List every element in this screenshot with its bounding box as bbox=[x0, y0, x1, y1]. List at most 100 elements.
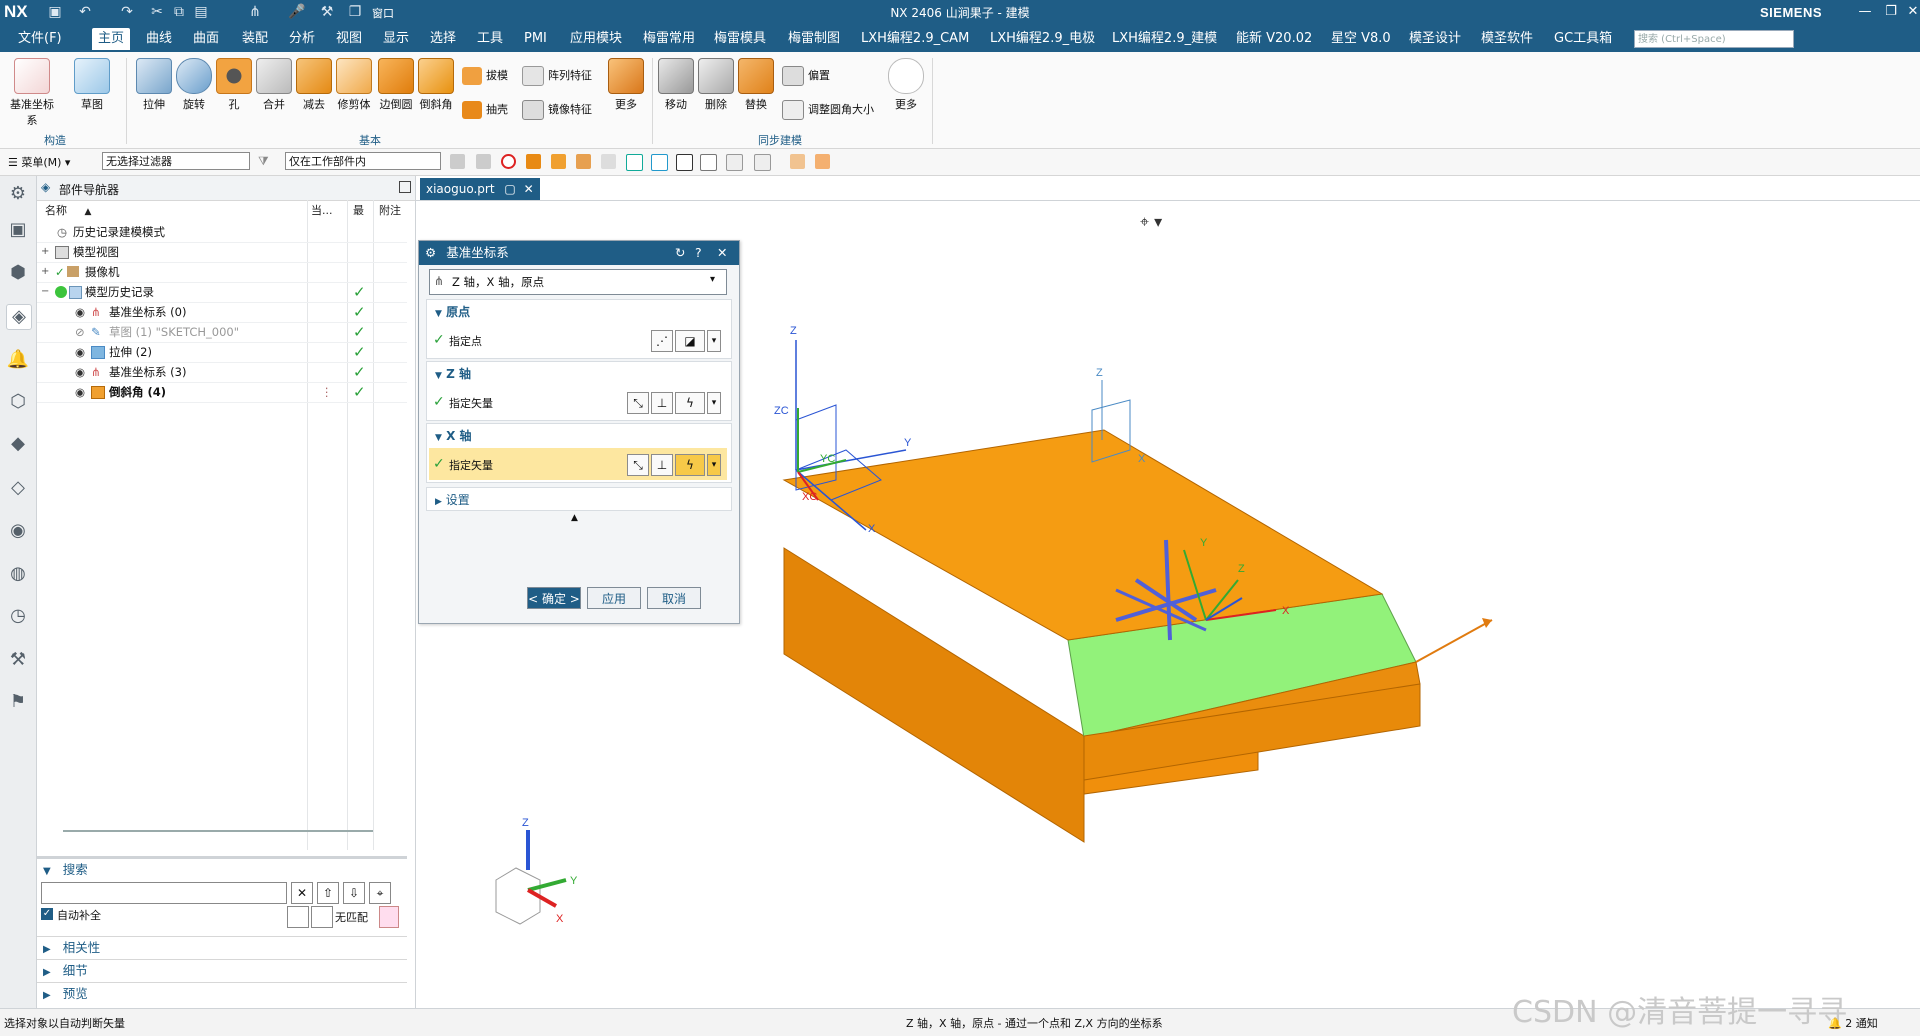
menu-lxh-cam[interactable]: LXH编程2.9_CAM bbox=[861, 28, 969, 50]
origin-section-header[interactable]: ▼ 原点 bbox=[435, 303, 470, 320]
snap-center-icon[interactable] bbox=[726, 154, 743, 171]
reuse-library-icon[interactable]: ⬡ bbox=[6, 390, 30, 414]
shell-button[interactable]: 抽壳 bbox=[462, 98, 508, 122]
menu-mosheng-software[interactable]: 模圣软件 bbox=[1481, 28, 1533, 50]
x-reverse-button[interactable]: ⤡ bbox=[627, 454, 649, 476]
visibility-eye-icon[interactable]: ◉ bbox=[75, 362, 85, 382]
highlight-icon[interactable] bbox=[311, 906, 333, 928]
navigator-search-input[interactable] bbox=[41, 882, 287, 904]
search-down-icon[interactable]: ⇩ bbox=[343, 882, 365, 904]
col-name[interactable]: 名称 ▲ bbox=[45, 202, 91, 220]
notifications-button[interactable]: 🔔 2 通知 bbox=[1828, 1015, 1878, 1031]
resize-blend-button[interactable]: 调整圆角大小 bbox=[782, 98, 874, 122]
cancel-button[interactable]: 取消 bbox=[647, 587, 701, 609]
menu-lxh-electrode[interactable]: LXH编程2.9_电极 bbox=[990, 28, 1095, 50]
dialog-close-icon[interactable]: ✕ bbox=[717, 241, 727, 265]
mirror-feature-button[interactable]: 镜像特征 bbox=[522, 98, 592, 122]
select-feature-icon[interactable] bbox=[450, 154, 465, 169]
role-icon[interactable]: ⚒ bbox=[6, 648, 30, 672]
horizontal-scrollbar[interactable] bbox=[63, 830, 373, 832]
extrude-button[interactable]: 拉伸 bbox=[132, 52, 176, 112]
show-all-icon[interactable] bbox=[815, 154, 830, 169]
tree-row-datum-csys-3[interactable]: ◉ ⋔ 基准坐标系 (3) ✓ bbox=[37, 362, 407, 383]
search-up-icon[interactable]: ⇧ bbox=[317, 882, 339, 904]
tree-row-sketch-1[interactable]: ⊘ ✎ 草图 (1) "SKETCH_000" ✓ bbox=[37, 322, 407, 343]
z-vector-options-dropdown[interactable]: ▾ bbox=[707, 392, 721, 414]
chamfer-button[interactable]: 倒斜角 bbox=[414, 52, 458, 112]
unite-button[interactable]: 合并 bbox=[252, 52, 296, 112]
draft-button[interactable]: 拔模 bbox=[462, 64, 508, 88]
selection-scope-dropdown[interactable]: 仅在工作部件内 bbox=[285, 152, 441, 170]
settings-section[interactable]: ▶ 设置 bbox=[426, 487, 732, 511]
menu-file[interactable]: 文件(F) bbox=[18, 28, 62, 50]
x-vector-dialog-button[interactable]: ⊥ bbox=[651, 454, 673, 476]
clear-search-icon[interactable]: ✕ bbox=[291, 882, 313, 904]
menu-select[interactable]: 选择 bbox=[430, 28, 456, 50]
z-axis-section-header[interactable]: ▼ Z 轴 bbox=[435, 365, 471, 382]
menu-nengxin[interactable]: 能新 V20.02 bbox=[1236, 28, 1312, 50]
x-specify-vector-row[interactable]: ✓ 指定矢量 ⤡ ⊥ ϟ ▾ bbox=[429, 448, 727, 480]
dialog-help-icon[interactable]: ? bbox=[695, 241, 702, 265]
assembly-navigator-icon[interactable]: ▣ bbox=[6, 218, 30, 242]
tree-row-datum-csys-0[interactable]: ◉ ⋔ 基准坐标系 (0) ✓ bbox=[37, 302, 407, 323]
x-vector-options-dropdown[interactable]: ▾ bbox=[707, 454, 721, 476]
preview-panel-header[interactable]: ▶ 预览 bbox=[37, 982, 407, 1005]
settings-icon[interactable]: ⚙ bbox=[6, 182, 30, 206]
visibility-eye-icon[interactable]: ◉ bbox=[75, 382, 85, 402]
tree-row-model-history[interactable]: − 模型历史记录 ✓ bbox=[37, 282, 407, 303]
menu-curve[interactable]: 曲线 bbox=[146, 28, 172, 50]
menu-analysis[interactable]: 分析 bbox=[289, 28, 315, 50]
visibility-eye-icon[interactable]: ◉ bbox=[75, 342, 85, 362]
system-materials-icon[interactable]: ⚑ bbox=[6, 690, 30, 714]
show-bodies-icon[interactable] bbox=[790, 154, 805, 169]
expand-icon[interactable]: + bbox=[41, 262, 49, 282]
filter-icon[interactable]: ⧩ bbox=[258, 154, 269, 169]
apply-button[interactable]: 应用 bbox=[587, 587, 641, 609]
hidden-eye-icon[interactable]: ⊘ bbox=[75, 322, 85, 342]
snap-end-icon[interactable] bbox=[676, 154, 693, 171]
point-dialog-button[interactable]: ⋰ bbox=[651, 330, 673, 352]
web-browser-icon[interactable]: ◇ bbox=[6, 476, 30, 500]
menu-meilei-mold[interactable]: 梅雷模具 bbox=[714, 28, 766, 50]
deselect-all-icon[interactable] bbox=[501, 154, 516, 169]
hd3d-icon[interactable]: ◆ bbox=[6, 432, 30, 456]
revolve-button[interactable]: 旋转 bbox=[172, 52, 216, 112]
process-studio-icon[interactable]: ◉ bbox=[6, 519, 30, 543]
menu-lxh-modeling[interactable]: LXH编程2.9_建模 bbox=[1112, 28, 1217, 50]
settings-section-header[interactable]: ▶ 设置 bbox=[435, 491, 470, 508]
tab-close-icon[interactable]: ✕ bbox=[524, 182, 534, 196]
auto-complete-checkbox[interactable]: ✓ bbox=[41, 908, 53, 920]
menu-xingkong[interactable]: 星空 V8.0 bbox=[1331, 28, 1391, 50]
visibility-eye-icon[interactable]: ◉ bbox=[75, 302, 85, 322]
notification-icon[interactable]: 🔔 bbox=[6, 348, 30, 372]
menu-applications[interactable]: 应用模块 bbox=[570, 28, 622, 50]
offset-region-button[interactable]: 偏置 bbox=[782, 64, 830, 88]
collapse-icon[interactable]: − bbox=[41, 282, 49, 302]
tree-row-history-mode[interactable]: ◷ 历史记录建模模式 bbox=[37, 222, 407, 243]
less-options-icon[interactable]: ▲ bbox=[571, 513, 578, 523]
part-navigator-icon[interactable]: ◈ bbox=[6, 304, 32, 330]
z-reverse-button[interactable]: ⤡ bbox=[627, 392, 649, 414]
subtract-button[interactable]: 减去 bbox=[292, 52, 336, 112]
menu-mosheng-design[interactable]: 模圣设计 bbox=[1409, 28, 1461, 50]
menu-assembly[interactable]: 装配 bbox=[242, 28, 268, 50]
col-current[interactable]: 当... bbox=[311, 202, 333, 220]
file-tab[interactable]: xiaoguo.prt ▢ ✕ bbox=[420, 178, 540, 200]
select-edge-icon[interactable] bbox=[576, 154, 591, 169]
snap-more-icon[interactable] bbox=[754, 154, 771, 171]
command-search-input[interactable]: 搜索 (Ctrl+Space) bbox=[1634, 30, 1794, 48]
close-icon[interactable]: ✕ bbox=[1900, 2, 1920, 22]
selection-filter-dropdown[interactable]: 无选择过滤器 bbox=[102, 152, 250, 170]
z-specify-vector-row[interactable]: ✓ 指定矢量 ⤡ ⊥ ϟ ▾ bbox=[427, 386, 729, 418]
search-target-icon[interactable]: ⌖ bbox=[369, 882, 391, 904]
select-face-icon[interactable] bbox=[551, 154, 566, 169]
delete-face-button[interactable]: 删除 bbox=[694, 52, 738, 112]
datum-csys-button[interactable]: 基准坐标系 bbox=[10, 52, 54, 128]
tree-row-model-views[interactable]: + 模型视图 bbox=[37, 242, 407, 263]
move-face-button[interactable]: 移动 bbox=[654, 52, 698, 112]
csys-type-dropdown[interactable]: ⋔ Z 轴，X 轴，原点 ▾ bbox=[429, 269, 727, 295]
trim-body-button[interactable]: 修剪体 bbox=[332, 52, 376, 112]
x-inferred-vector-button[interactable]: ϟ bbox=[675, 454, 705, 476]
menu-home[interactable]: 主页 bbox=[92, 28, 131, 50]
curve-rule-icon[interactable] bbox=[626, 154, 643, 171]
